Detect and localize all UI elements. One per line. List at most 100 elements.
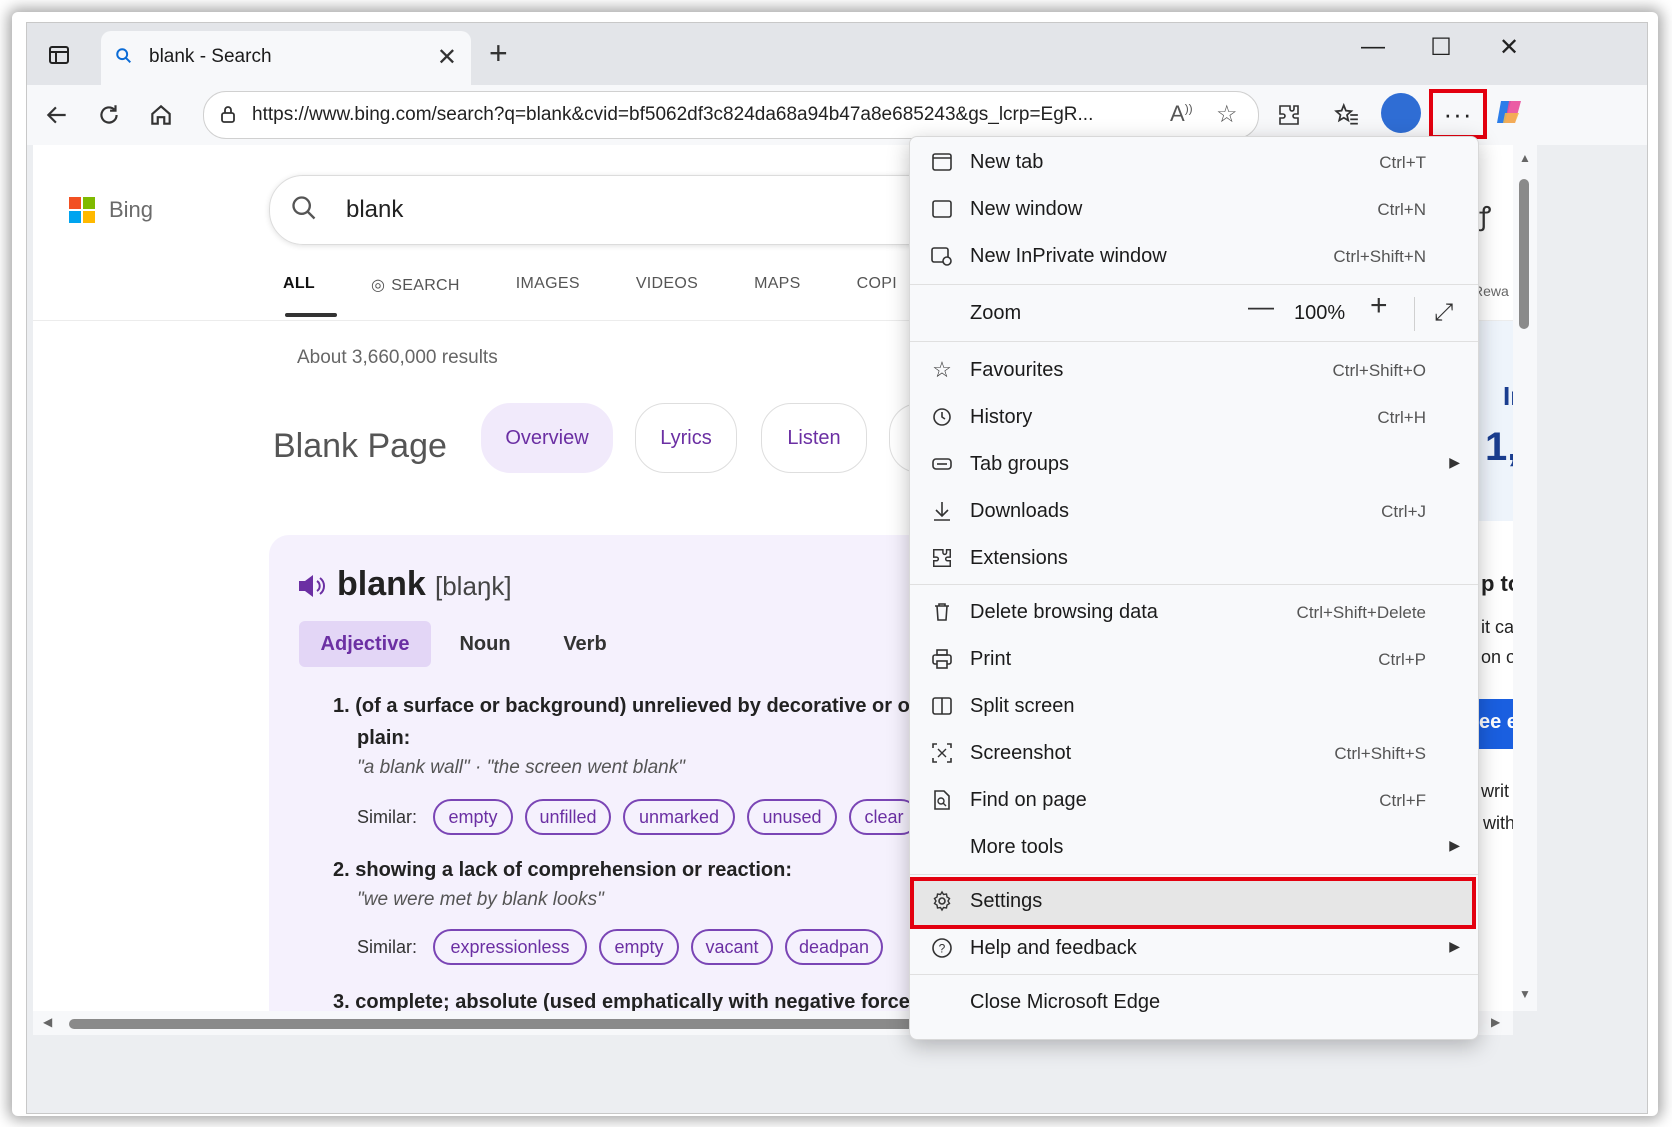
promo-text-3: p to — [1481, 571, 1513, 596]
refresh-button[interactable] — [91, 97, 127, 133]
speaker-icon[interactable] — [297, 573, 327, 606]
search-query[interactable]: blank — [346, 196, 403, 224]
menu-item-split-screen[interactable]: Split screen — [910, 684, 1478, 728]
menu-item-help-and-feedback[interactable]: ? Help and feedback ▶ — [910, 926, 1478, 970]
pill-listen[interactable]: Listen — [761, 403, 867, 473]
menu-label: Close Microsoft Edge — [970, 991, 1161, 1013]
tab-actions-icon[interactable] — [41, 37, 77, 73]
menu-item-more-tools[interactable]: More tools ▶ — [910, 825, 1478, 869]
menu-shortcut: Ctrl+N — [1377, 200, 1426, 219]
menu-item-extensions[interactable]: Extensions — [910, 536, 1478, 580]
menu-label: Downloads — [970, 500, 1069, 522]
fullscreen-icon[interactable]: ⤢ — [1434, 299, 1453, 327]
gear-icon — [928, 887, 956, 915]
similar-chip[interactable]: empty — [599, 929, 679, 965]
scroll-down-icon[interactable]: ▼ — [1519, 987, 1531, 1001]
similar-chip[interactable]: unfilled — [525, 799, 611, 835]
similar-chip[interactable]: expressionless — [433, 929, 587, 965]
pos-noun[interactable]: Noun — [445, 621, 525, 667]
home-button[interactable] — [143, 97, 179, 133]
bing-logo[interactable]: Bing — [69, 197, 153, 223]
copilot-icon[interactable] — [1493, 95, 1527, 129]
menu-item-delete-browsing-data[interactable]: Delete browsing data Ctrl+Shift+Delete — [910, 590, 1478, 634]
microsoft-logo-icon — [69, 197, 95, 223]
menu-item-new-window[interactable]: New window Ctrl+N — [910, 187, 1478, 231]
url-text[interactable]: https://www.bing.com/search?q=blank&cvid… — [252, 104, 1172, 126]
menu-item-screenshot[interactable]: Screenshot Ctrl+Shift+S — [910, 731, 1478, 775]
menu-separator — [910, 341, 1478, 342]
menu-separator — [910, 874, 1478, 875]
copilot-sidebar-icon[interactable]: ꝭ — [1479, 197, 1491, 233]
tab-title: blank - Search — [149, 46, 272, 67]
new-tab-button[interactable]: + — [489, 37, 508, 69]
menu-item-new-tab[interactable]: New tab Ctrl+T — [910, 140, 1478, 184]
scope-videos[interactable]: VIDEOS — [636, 275, 698, 295]
favorites-bar-icon[interactable] — [1329, 97, 1365, 133]
menu-item-close-microsoft-edge[interactable]: Close Microsoft Edge — [910, 980, 1478, 1024]
pos-verb[interactable]: Verb — [549, 621, 621, 667]
profile-avatar[interactable] — [1381, 93, 1421, 133]
search-favicon-icon — [115, 47, 135, 67]
search-icon — [290, 194, 318, 229]
svg-text:?: ? — [939, 942, 946, 956]
zoom-out-button[interactable]: — — [1248, 291, 1274, 322]
active-tab[interactable]: blank - Search ✕ — [101, 31, 471, 85]
menu-item-tab-groups[interactable]: Tab groups ▶ — [910, 442, 1478, 486]
favorite-star-icon[interactable]: ☆ — [1216, 100, 1238, 129]
lock-icon[interactable] — [218, 104, 238, 129]
scope-all[interactable]: ALL — [283, 275, 315, 295]
address-bar[interactable]: https://www.bing.com/search?q=blank&cvid… — [203, 91, 1259, 139]
maximize-button[interactable]: ☐ — [1421, 33, 1461, 62]
minimize-button[interactable]: — — [1353, 33, 1393, 61]
menu-item-print[interactable]: Print Ctrl+P — [910, 637, 1478, 681]
menu-shortcut: Ctrl+Shift+N — [1333, 247, 1426, 266]
menu-item-favourites[interactable]: ☆ Favourites Ctrl+Shift+O — [910, 348, 1478, 392]
menu-label: History — [970, 406, 1033, 428]
zoom-level: 100% — [1294, 302, 1346, 324]
back-button[interactable] — [39, 97, 75, 133]
scroll-left-icon[interactable]: ◀ — [43, 1015, 52, 1029]
menu-label: Zoom — [970, 302, 1022, 324]
download-icon — [928, 497, 956, 525]
pill-lyrics[interactable]: Lyrics — [635, 403, 737, 473]
menu-item-settings[interactable]: Settings — [910, 879, 1478, 923]
menu-item-history[interactable]: History Ctrl+H — [910, 395, 1478, 439]
similar-chip[interactable]: vacant — [691, 929, 773, 965]
vertical-scroll-thumb[interactable] — [1519, 179, 1529, 329]
scroll-up-icon[interactable]: ▲ — [1519, 151, 1531, 165]
similar-label-2: Similar: — [357, 937, 418, 957]
promo-text-4: it ca — [1481, 617, 1513, 637]
menu-item-downloads[interactable]: Downloads Ctrl+J — [910, 489, 1478, 533]
similar-chip[interactable]: unused — [747, 799, 837, 835]
menu-item-new-inprivate-window[interactable]: New InPrivate window Ctrl+Shift+N — [910, 234, 1478, 278]
menu-label: Tab groups — [970, 453, 1069, 475]
extensions-icon[interactable] — [1271, 97, 1307, 133]
zoom-in-button[interactable]: + — [1370, 289, 1388, 323]
similar-chip[interactable]: empty — [433, 799, 513, 835]
search-input[interactable]: blank — [269, 175, 971, 245]
pos-adjective[interactable]: Adjective — [299, 621, 431, 667]
pill-overview[interactable]: Overview — [481, 403, 613, 473]
scroll-right-icon[interactable]: ▶ — [1491, 1015, 1500, 1029]
menu-item-find-on-page[interactable]: Find on page Ctrl+F — [910, 778, 1478, 822]
close-window-button[interactable]: ✕ — [1489, 33, 1529, 62]
tab-groups-icon — [928, 450, 956, 478]
search-scopes: ALL ◎ SEARCH IMAGES VIDEOS MAPS COPI — [283, 275, 953, 295]
menu-label: More tools — [970, 836, 1064, 858]
menu-shortcut: Ctrl+Shift+O — [1332, 361, 1426, 380]
settings-and-more-button[interactable]: ··· — [1429, 89, 1487, 139]
split-screen-icon — [928, 692, 956, 720]
menu-shortcut: Ctrl+J — [1381, 502, 1426, 521]
favourites-icon: ☆ — [932, 357, 952, 382]
menu-separator — [910, 284, 1478, 285]
tab-close-icon[interactable]: ✕ — [437, 43, 457, 72]
menu-label: Delete browsing data — [970, 601, 1158, 623]
scope-images[interactable]: IMAGES — [516, 275, 580, 295]
similar-chip[interactable]: deadpan — [785, 929, 883, 965]
similar-chip[interactable]: unmarked — [623, 799, 735, 835]
read-aloud-icon[interactable]: A)) — [1170, 101, 1193, 127]
scope-maps[interactable]: MAPS — [754, 275, 801, 295]
scope-search[interactable]: ◎ SEARCH — [371, 275, 460, 295]
vertical-scrollbar[interactable]: ▲ ▼ — [1513, 145, 1537, 1011]
scope-copilot[interactable]: COPI — [857, 275, 897, 295]
